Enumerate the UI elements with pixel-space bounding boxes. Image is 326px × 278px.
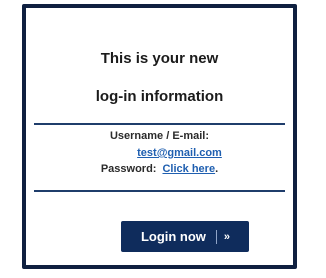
login-now-button[interactable]: Login now » [121, 221, 249, 252]
login-now-label: Login now [140, 229, 206, 244]
email-row: test@gmail.com [26, 147, 293, 159]
email-link[interactable]: test@gmail.com [137, 147, 222, 159]
card-heading-line2: log-in information [95, 88, 224, 105]
password-link[interactable]: Click here [162, 163, 215, 175]
password-period: . [215, 163, 219, 175]
login-info-card: This is your new log-in information User… [22, 4, 297, 269]
username-label: Username / E-mail: [109, 130, 210, 142]
double-chevron-right-icon: » [223, 230, 230, 243]
password-label: Password: [100, 163, 157, 175]
card-heading-line1: This is your new [100, 50, 219, 67]
bottom-divider [34, 190, 285, 192]
top-divider [34, 123, 285, 125]
password-row: Password: Click here. [26, 163, 293, 175]
button-separator [215, 229, 217, 244]
